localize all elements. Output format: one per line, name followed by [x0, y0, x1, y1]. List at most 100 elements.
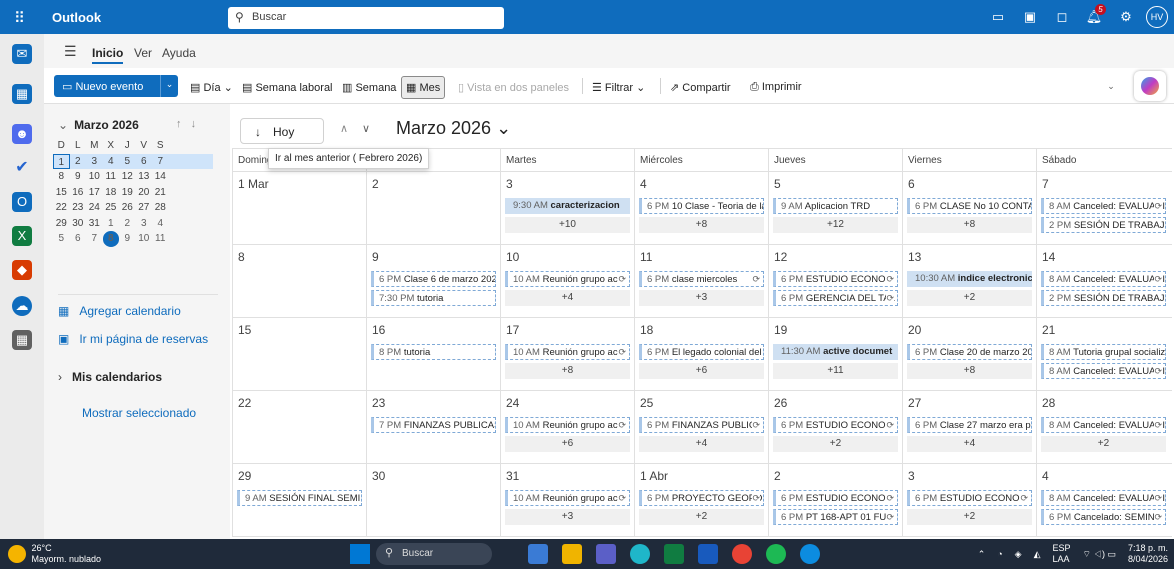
excel-icon[interactable]: X	[12, 226, 32, 246]
mini-calendar-day[interactable]: 14	[152, 169, 169, 185]
day-cell[interactable]: 31 10 AM Reunión grupo ac ⟳ +3	[500, 464, 634, 536]
tray-app-icon[interactable]: ◔	[997, 549, 1002, 560]
day-cell[interactable]: 46 PM 10 Clase - Teoria de las +8	[634, 172, 768, 244]
more-events-button[interactable]: +4	[505, 290, 630, 306]
mini-calendar-day[interactable]: 25	[103, 200, 120, 216]
task-view-icon[interactable]	[528, 544, 548, 564]
mini-calendar-day[interactable]: 15	[53, 185, 70, 201]
clock[interactable]: 7:18 p. m. 8/04/2026	[1128, 543, 1168, 565]
chrome-icon[interactable]	[732, 544, 752, 564]
day-cell[interactable]: 23 7 PM FINANZAS PUBLICAS	[366, 391, 500, 463]
day-cell[interactable]: 22	[232, 391, 366, 463]
calendar-event[interactable]: 6 PM Cancelado: SEMINA ⟳	[1041, 509, 1166, 525]
calendar-event[interactable]: 8 AM Canceled: EVALUACI ⟳	[1041, 198, 1166, 214]
day-cell[interactable]: 15	[232, 318, 366, 390]
calendar-event[interactable]: 6 PM clase miercoles ⟳	[639, 271, 764, 287]
more-events-button[interactable]: +2	[1041, 436, 1166, 452]
mini-calendar-day[interactable]: 11	[103, 169, 120, 185]
more-events-button[interactable]: +12	[773, 217, 898, 233]
previous-month-button[interactable]: ∧	[340, 122, 348, 135]
day-cell[interactable]: 8	[232, 245, 366, 317]
calendar-event[interactable]: 6 PM 10 Clase - Teoria de las	[639, 198, 764, 214]
day-cell[interactable]: 59 AM Aplicacion TRD +12	[768, 172, 902, 244]
mini-calendar-day[interactable]: 11	[152, 231, 169, 247]
mini-calendar-day[interactable]: 7	[152, 154, 169, 170]
day-cell[interactable]: 27 6 PM Clase 27 marzo era pr +4	[902, 391, 1036, 463]
calendar-event[interactable]: 6 PM ESTUDIO ECONOM ⟳	[773, 490, 898, 506]
mini-calendar-day[interactable]: 6	[70, 231, 87, 247]
calendar-event[interactable]: 7:30 PM tutoria	[371, 290, 496, 306]
mini-calendar-day[interactable]: 5	[119, 154, 136, 170]
more-events-button[interactable]: +8	[639, 217, 764, 233]
calendar-event[interactable]: 6 PM Clase 6 de marzo 2026	[371, 271, 496, 287]
day-cell[interactable]: 26 PM ESTUDIO ECONOM ⟳ 6 PM PT 168-APT 01 …	[768, 464, 902, 536]
outlook-icon[interactable]: O	[12, 192, 32, 212]
copilot-app-icon[interactable]	[630, 544, 650, 564]
mini-calendar-day[interactable]: 5	[53, 231, 70, 247]
calendar-event[interactable]: 6 PM PROYECTO GEOPO ⟳	[639, 490, 764, 506]
more-events-button[interactable]: +8	[505, 363, 630, 379]
mini-calendar-day[interactable]: 8	[102, 231, 119, 247]
onedrive-icon[interactable]: ☁	[12, 296, 32, 316]
day-cell[interactable]: 19 11:30 AM active documet +11	[768, 318, 902, 390]
calendar-event[interactable]: 8 AM Canceled: EVALUACI ⟳	[1041, 271, 1166, 287]
day-cell[interactable]: 1 Mar	[232, 172, 366, 244]
more-events-button[interactable]: +4	[639, 436, 764, 452]
settings-icon[interactable]: ⚙	[1110, 6, 1142, 28]
booking-page-link[interactable]: ▣ Ir mi página de reservas	[58, 332, 208, 346]
add-calendar-link[interactable]: ▦ Agregar calendario	[58, 304, 181, 318]
mini-calendar-day[interactable]: 27	[136, 200, 153, 216]
day-cell[interactable]: 14 8 AM Canceled: EVALUACI ⟳ 2 PM SESIÓN DE…	[1036, 245, 1170, 317]
mini-calendar-day[interactable]: 29	[53, 216, 70, 232]
meet-now-icon[interactable]: ▭	[982, 6, 1014, 28]
show-selected-link[interactable]: Mostrar seleccionado	[82, 406, 196, 420]
calendar-event[interactable]: 6 PM ESTUDIO ECONOM ⟳	[773, 417, 898, 433]
calendar-event[interactable]: 9 AM SESIÓN FINAL SEMIN.	[237, 490, 362, 506]
mini-calendar-day[interactable]: 28	[152, 200, 169, 216]
today-button[interactable]: ↓ Hoy	[240, 118, 324, 144]
notifications-icon[interactable]: 🔔︎ 5	[1078, 4, 1110, 28]
more-events-button[interactable]: +3	[639, 290, 764, 306]
previous-month-icon[interactable]: ↑	[176, 118, 182, 130]
day-cell[interactable]: 21 8 AM Tutoria grupal socializ 8 AM Cance…	[1036, 318, 1170, 390]
mini-calendar-day[interactable]: 18	[103, 185, 120, 201]
calendar-event[interactable]: 9:30 AM caracterizacion	[505, 198, 630, 214]
day-cell[interactable]: 30	[366, 464, 500, 536]
calendar-event[interactable]: 8 AM Canceled: EVALUACI ⟳	[1041, 363, 1166, 379]
tray-app-icon[interactable]: ◈	[1015, 549, 1022, 560]
day-cell[interactable]: 66 PM CLASE No 10 CONTAB +8	[902, 172, 1036, 244]
day-cell[interactable]: 13 10:30 AM indice electronico +2	[902, 245, 1036, 317]
share-button[interactable]: ⇗ Compartir	[670, 81, 731, 94]
mini-calendar-day[interactable]: 31	[86, 216, 103, 232]
chevron-down-icon[interactable]: ⌄	[160, 75, 178, 97]
mini-calendar-day[interactable]: 9	[119, 231, 136, 247]
calendar-event[interactable]: 6 PM Clase 27 marzo era pr	[907, 417, 1032, 433]
calendar-event[interactable]: 6 PM Clase 20 de marzo 202	[907, 344, 1032, 360]
mini-calendar-title[interactable]: Marzo 2026	[74, 118, 139, 132]
mini-calendar-day[interactable]: 8	[53, 169, 70, 185]
next-month-icon[interactable]: ↓	[191, 118, 197, 130]
day-cell[interactable]: 1 Abr 6 PM PROYECTO GEOPO ⟳ +2	[634, 464, 768, 536]
next-month-button[interactable]: ∨	[362, 122, 370, 135]
copilot-button[interactable]	[1134, 71, 1166, 101]
day-cell[interactable]: 36 PM ESTUDIO ECONOM ⟳ +2	[902, 464, 1036, 536]
day-cell[interactable]: 29 9 AM SESIÓN FINAL SEMIN.	[232, 464, 366, 536]
more-events-button[interactable]: +8	[907, 217, 1032, 233]
mini-calendar-day[interactable]: 21	[152, 185, 169, 201]
calendar-event[interactable]: 6 PM PT 168-APT 01 FUN ⟳	[773, 509, 898, 525]
more-events-button[interactable]: +2	[907, 290, 1032, 306]
day-cell[interactable]: 96 PM Clase 6 de marzo 2026 7:30 PM tutor…	[366, 245, 500, 317]
mini-calendar-day[interactable]: 20	[136, 185, 153, 201]
calendar-event[interactable]: 10 AM Reunión grupo ac ⟳	[505, 490, 630, 506]
day-cell[interactable]: 48 AM Canceled: EVALUACI ⟳ 6 PM Cancelado:…	[1036, 464, 1170, 536]
month-view-button[interactable]: ▦ Mes	[401, 76, 446, 99]
mail-icon[interactable]: ✉	[12, 44, 32, 64]
day-cell[interactable]: 78 AM Canceled: EVALUACI ⟳ 2 PM SESIÓN DE …	[1036, 172, 1170, 244]
mini-calendar-day[interactable]: 1	[53, 153, 70, 169]
feedback-icon[interactable]: ◻	[1046, 6, 1078, 28]
more-events-button[interactable]: +6	[639, 363, 764, 379]
taskbar-search[interactable]: ⚲ Buscar	[376, 543, 492, 565]
day-cell[interactable]: 11 6 PM clase miercoles ⟳ +3	[634, 245, 768, 317]
mini-calendar-day[interactable]: 1	[103, 216, 120, 232]
calendar-event[interactable]: 8 AM Tutoria grupal socializ	[1041, 344, 1166, 360]
